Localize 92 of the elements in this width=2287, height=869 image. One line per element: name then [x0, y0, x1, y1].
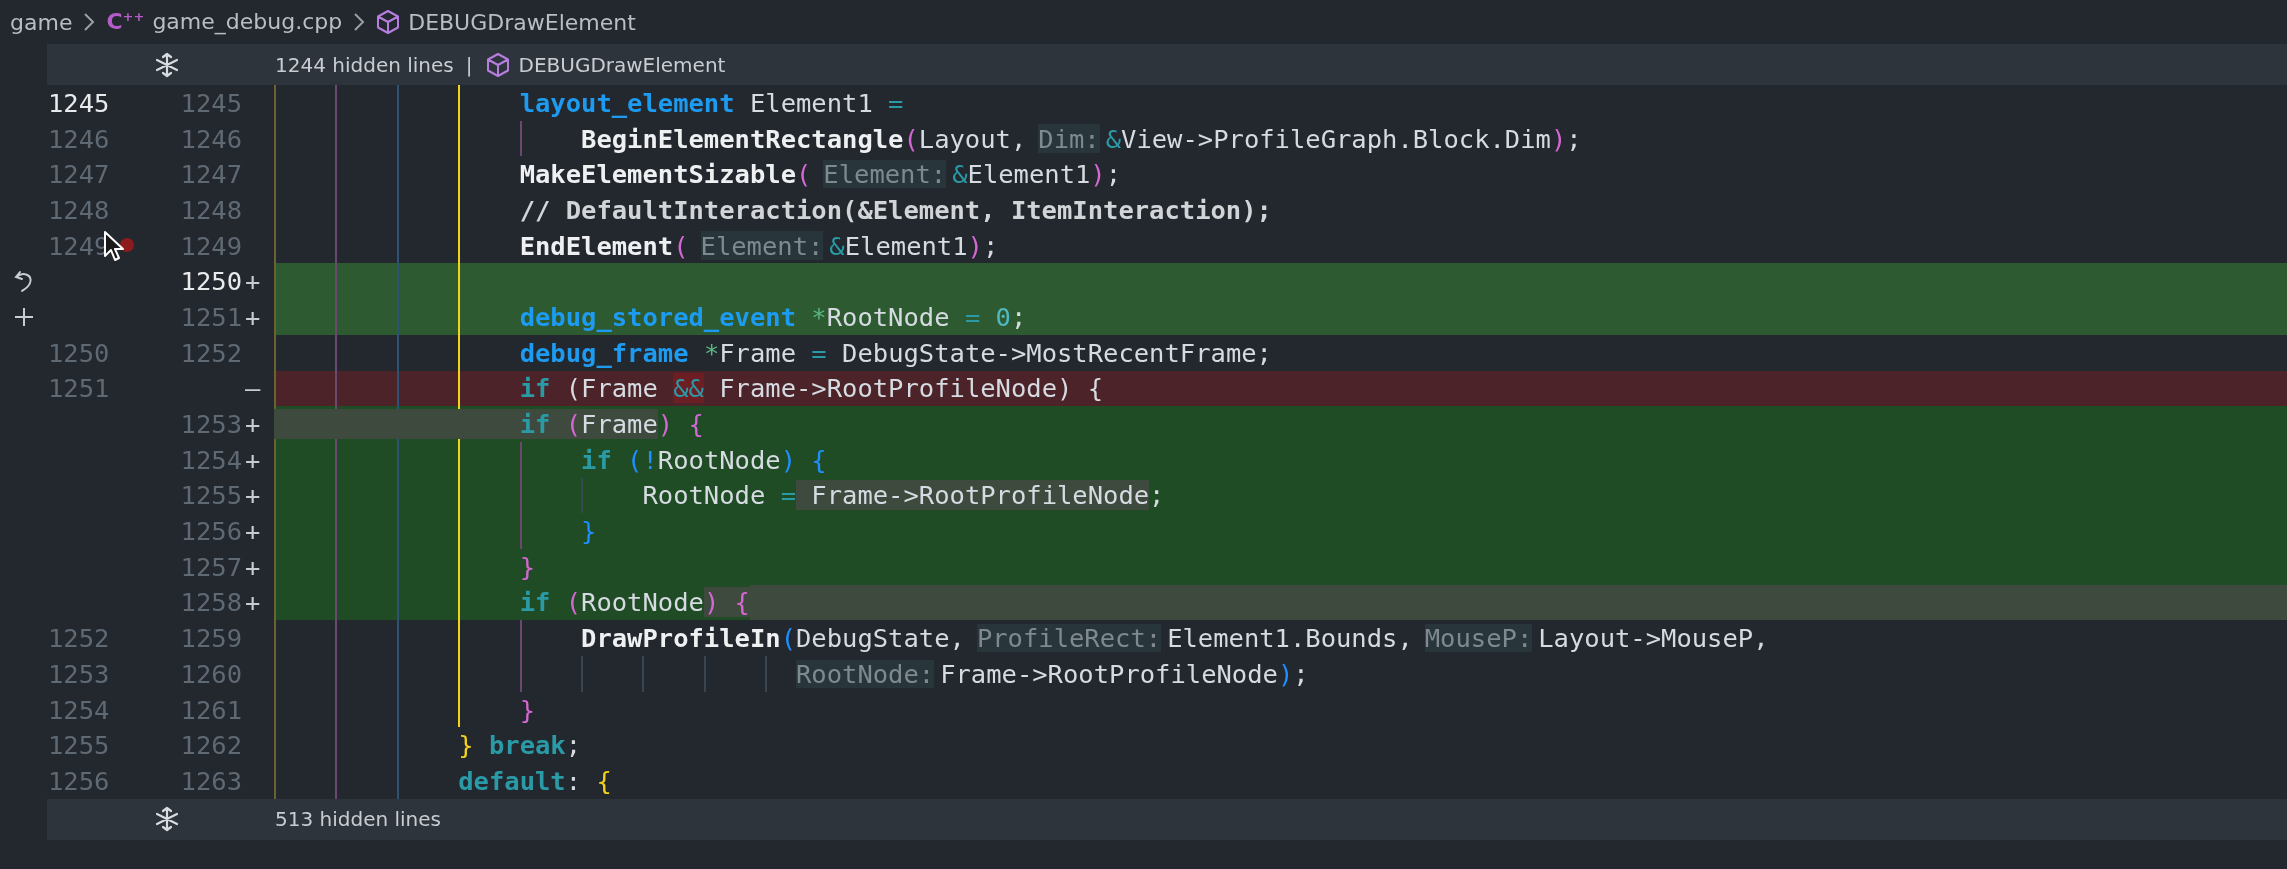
inlay-hint: RootNode: — [796, 659, 935, 689]
code-text: ) { — [657, 408, 704, 442]
line-number: 1253 — [180, 409, 242, 440]
line-number: 1250 — [180, 266, 242, 297]
line-number: 1246 — [180, 123, 242, 154]
line-number: 1255 — [180, 480, 242, 511]
line-number: 1258 — [180, 587, 242, 618]
code-text: } break; — [457, 729, 582, 763]
line-number: 1257 — [180, 551, 242, 582]
added-marker: + — [245, 301, 261, 332]
added-marker: + — [245, 480, 261, 511]
code-text: // DefaultInteraction(&Element, ItemInteraction); — [518, 193, 1272, 227]
code-text: debug_stored_event *RootNode = 0; — [518, 300, 1027, 334]
line-number: 1246 — [48, 123, 110, 154]
added-marker: + — [245, 409, 261, 440]
changed-code: ) { — [703, 586, 750, 620]
code-text: debug_frame *Frame = DebugState->MostRecentFrame; — [518, 336, 1272, 370]
code-text: } — [518, 693, 535, 727]
code-text: EndElement( — [518, 229, 689, 263]
code-text: &Element1); — [829, 229, 999, 263]
line-number: 1256 — [180, 516, 242, 547]
chevron-icon — [352, 11, 367, 33]
line-number: 1252 — [180, 337, 242, 368]
line-number: 1250 — [48, 337, 110, 368]
breadcrumb-item[interactable]: game_debug.cpp — [152, 9, 343, 35]
code-text: BeginElementRectangle(Layout, — [580, 122, 1027, 156]
inlay-hint: Element: — [700, 231, 824, 260]
hidden-lines-link[interactable]: 513 hidden lines — [275, 807, 441, 832]
breadcrumb-item[interactable]: game — [10, 9, 73, 35]
code-text: } — [518, 550, 535, 584]
line-number: 1254 — [48, 694, 110, 725]
separator-text: | — [465, 52, 473, 77]
line-number: 1261 — [180, 694, 242, 725]
code-text: } — [580, 515, 597, 549]
code-text: Frame->RootProfileNode) { — [718, 372, 1104, 406]
line-number: 1260 — [180, 658, 242, 689]
hidden-lines-link[interactable]: 1244 hidden lines — [275, 52, 454, 77]
line-number: 1248 — [48, 194, 110, 225]
line-number: 1249 — [180, 230, 242, 261]
code-text: &Element1); — [952, 158, 1122, 192]
added-marker: + — [245, 266, 261, 297]
removed-marker: — — [245, 373, 261, 404]
line-number: 1256 — [48, 765, 110, 796]
changed-code: if (Frame — [274, 406, 658, 442]
code-text: &View->ProfileGraph.Block.Dim); — [1105, 122, 1582, 156]
changed-code: && — [673, 372, 704, 406]
line-number: 1252 — [48, 623, 110, 654]
breakpoint-icon[interactable] — [120, 237, 134, 252]
code-text: RootNode = — [641, 479, 796, 513]
code-text: layout_element Element1 = — [518, 86, 904, 120]
line-number: 1247 — [48, 159, 110, 190]
unfold-icon — [154, 806, 180, 833]
line-number: 1247 — [180, 159, 242, 190]
code-text: default: { — [457, 764, 612, 798]
chevron-icon — [82, 11, 97, 33]
cube-icon — [486, 51, 511, 78]
added-marker: + — [245, 551, 261, 582]
added-marker: + — [245, 516, 261, 547]
line-number: 1251 — [180, 301, 242, 332]
line-number: 1262 — [180, 730, 242, 761]
code-text: if (Frame — [518, 372, 659, 406]
mouse-cursor-icon — [103, 229, 125, 262]
inlay-hint: MouseP: — [1424, 623, 1533, 653]
inlay-hint: Dim: — [1038, 124, 1100, 153]
line-number: 1259 — [180, 623, 242, 654]
added-marker: + — [245, 587, 261, 618]
code-text: MakeElementSizable( — [518, 158, 812, 192]
line-number: 1245 — [48, 87, 110, 118]
line-number: 1248 — [180, 194, 242, 225]
inlay-hint: Element: — [823, 159, 947, 189]
code-text: Element1.Bounds, — [1167, 622, 1413, 656]
code-text: Layout->MouseP, — [1538, 622, 1769, 656]
line-number: 1254 — [180, 444, 242, 475]
code-text: if (RootNode — [518, 586, 704, 620]
inlay-hint: ProfileRect: — [976, 623, 1162, 653]
file-type-icon: C$^{++}$ — [106, 9, 145, 35]
revert-icon — [12, 268, 35, 295]
cube-icon — [376, 9, 401, 35]
code-text: if (!RootNode) { — [580, 443, 827, 477]
line-number: 1245 — [180, 87, 242, 118]
line-number: 1255 — [48, 730, 110, 761]
line-number: 1251 — [48, 373, 110, 404]
plus-icon — [12, 305, 35, 328]
symbol-label: DEBUGDrawElement — [518, 52, 726, 77]
unfold-icon — [154, 51, 180, 78]
added-marker: + — [245, 444, 261, 475]
code-text: Frame->RootProfileNode); — [940, 657, 1309, 691]
line-number: 1253 — [48, 658, 110, 689]
code-text: ; — [1149, 479, 1165, 513]
breadcrumb-item[interactable]: DEBUGDrawElement — [408, 9, 636, 35]
line-number: 1263 — [180, 765, 242, 796]
code-text: DrawProfileIn(DebugState, — [580, 622, 965, 656]
